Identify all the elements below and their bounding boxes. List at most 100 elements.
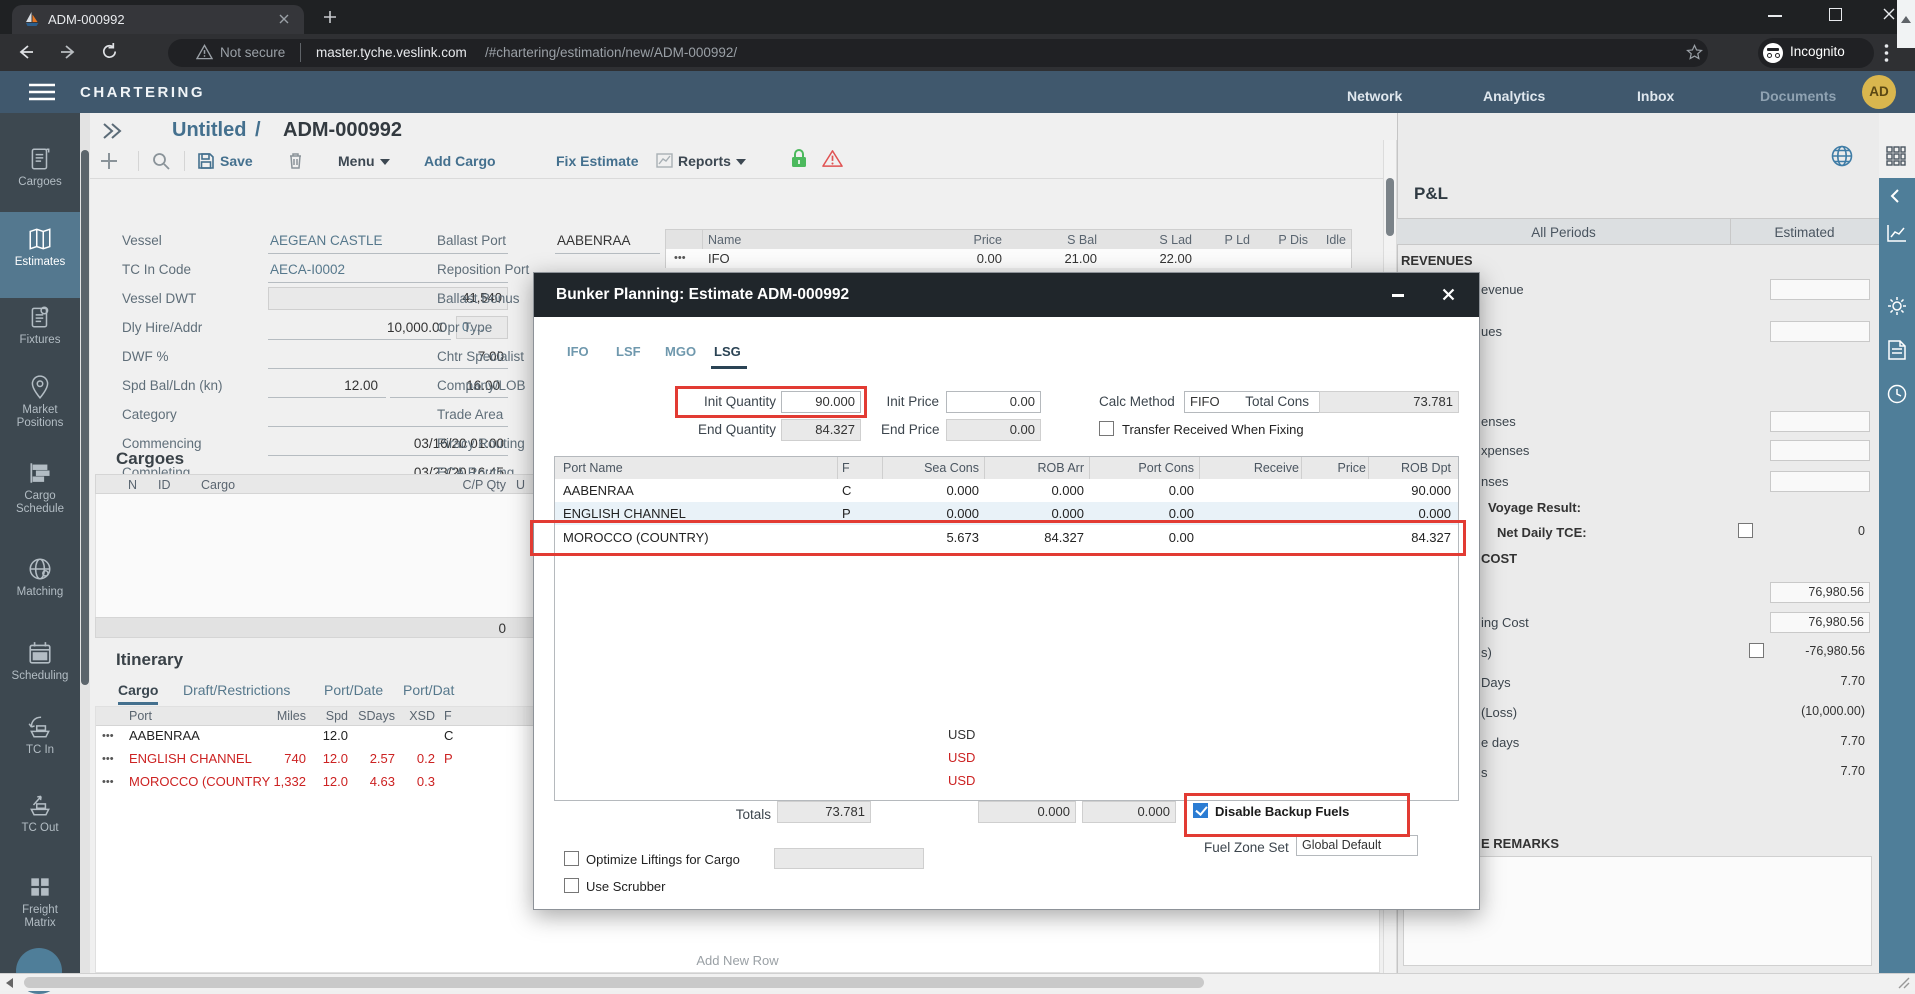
url-omnibox[interactable]: Not secure master.tyche.veslink.com /#ch… [168,39,1708,67]
panel-grid-icon[interactable] [1886,146,1906,166]
nav-item-documents[interactable]: Documents [1760,88,1836,104]
validation-warning-icon[interactable] [822,149,843,168]
reload-icon[interactable] [100,42,119,61]
optimize-liftings-input[interactable] [774,848,924,869]
modal-title-bar[interactable]: Bunker Planning: Estimate ADM-000992 [534,273,1479,317]
sidebar-item-estimates[interactable]: Estimates [0,212,80,298]
horizontal-scrollbar-thumb[interactable] [24,977,1204,988]
tab-port-dat[interactable]: Port/Dat [403,682,454,698]
tab-close-icon[interactable] [278,13,290,25]
lock-icon[interactable] [790,149,808,169]
row-menu-icon[interactable]: ••• [102,730,114,742]
window-minimize-icon[interactable] [1768,15,1782,17]
not-secure-warning-icon[interactable] [196,44,213,60]
url-separator [300,43,301,62]
nav-item-network[interactable]: Network [1347,88,1402,104]
sidebar-scrollbar[interactable] [80,113,90,973]
collapse-right-chevron-icon[interactable] [1889,188,1901,204]
url-domain[interactable]: master.tyche.veslink.com [316,45,467,60]
tab-port-date[interactable]: Port/Date [324,682,383,698]
bunker-planning-modal: Bunker Planning: Estimate ADM-000992 IFO… [533,272,1480,910]
sidebar-scrollbar-thumb[interactable] [81,150,89,685]
highlight-morocco-row [530,520,1466,556]
url-path[interactable]: /#chartering/estimation/new/ADM-000992/ [485,45,737,60]
row-menu-icon[interactable]: ••• [674,252,686,264]
document-icon[interactable] [1888,340,1906,360]
modal-tab-ifo[interactable]: IFO [567,344,589,359]
transfer-received-checkbox[interactable] [1099,421,1114,436]
save-button[interactable]: Save [220,153,253,169]
delete-icon[interactable] [288,152,303,169]
scroll-left-arrow-icon[interactable] [6,978,13,988]
forward-icon[interactable] [58,42,78,62]
tab-draft-restrictions[interactable]: Draft/Restrictions [183,682,290,698]
window-maximize-icon[interactable] [1829,8,1842,21]
nav-item-analytics[interactable]: Analytics [1483,88,1545,104]
totals-label: Totals [691,807,771,822]
reports-button[interactable]: Reports [678,153,746,169]
back-icon[interactable] [16,42,36,62]
nav-item-inbox[interactable]: Inbox [1637,88,1674,104]
workspace-scrollbar-thumb[interactable] [1386,178,1394,236]
add-icon[interactable] [100,152,118,170]
hamburger-menu-icon[interactable] [28,83,56,101]
fix-estimate-button[interactable]: Fix Estimate [556,153,638,169]
incognito-icon [1763,43,1783,63]
add-cargo-button[interactable]: Add Cargo [424,153,496,169]
pnl-value-cell [1770,321,1870,342]
browser-menu-icon[interactable] [1884,44,1889,62]
add-new-row-button[interactable]: Add New Row [96,953,1379,968]
bookmark-star-icon[interactable] [1686,44,1703,61]
tab-cargo[interactable]: Cargo [118,682,158,705]
sidebar-item-matching[interactable]: Matching [0,556,80,618]
window-close-icon[interactable] [1882,7,1896,21]
field-label: DWF % [122,349,169,364]
sidebar-item-tc-out[interactable]: TC Out [0,792,80,854]
fuel-table-row-ifo[interactable]: ••• IFO 0.00 21.00 22.00 [666,249,1351,268]
sidebar-item-tc-in[interactable]: TC In [0,714,80,776]
sidebar-item-scheduling[interactable]: Scheduling [0,640,80,702]
world-globe-icon[interactable] [1830,144,1854,168]
outer-scrollbar-top[interactable] [1897,0,1915,48]
modal-tab-lsg[interactable]: LSG [714,344,741,359]
not-secure-label[interactable]: Not secure [220,45,285,60]
modal-tab-lsf[interactable]: LSF [616,344,641,359]
breadcrumb-untitled[interactable]: Untitled [172,119,246,142]
sidebar-item-cargoes[interactable]: Cargoes [0,146,80,208]
horizontal-scrollbar[interactable] [0,973,1915,991]
sidebar-item-fixtures[interactable]: Fixtures [0,304,80,366]
modal-minimize-icon[interactable] [1392,294,1404,297]
menu-button[interactable]: Menu [338,153,390,169]
row-menu-icon[interactable]: ••• [102,753,114,765]
pnl-col-all-periods[interactable]: All Periods [1397,225,1730,240]
pnl-col-estimated: Estimated [1730,225,1879,240]
use-scrubber-checkbox[interactable] [564,878,579,893]
fuel-zone-set-select[interactable]: Global Default [1296,835,1418,856]
tce-checkbox[interactable] [1738,523,1753,538]
incognito-label: Incognito [1790,44,1845,59]
scroll-up-arrow-icon[interactable] [1901,16,1911,23]
save-icon[interactable] [198,153,214,169]
pnl-period-header[interactable]: All Periods Estimated [1397,218,1879,245]
history-clock-icon[interactable] [1887,384,1907,404]
search-icon[interactable] [152,152,170,170]
pnl-row-checkbox[interactable] [1749,643,1764,658]
row-menu-icon[interactable]: ••• [102,776,114,788]
browser-tab[interactable]: ADM-000992 [12,5,304,34]
init-price-input[interactable]: 0.00 [946,391,1041,413]
modal-tab-mgo[interactable]: MGO [665,344,696,359]
modal-close-icon[interactable] [1442,288,1455,301]
optimize-liftings-checkbox[interactable] [564,851,579,866]
sidebar-item-market-positions[interactable]: Market Positions [0,374,80,450]
speed-ballast-field[interactable]: 12.00 [268,374,386,398]
collapse-panel-icon[interactable] [100,120,126,142]
ballast-port-field[interactable]: AABENRAA [555,229,660,254]
new-tab-icon[interactable] [322,9,338,25]
daily-hire-field[interactable]: 10,000.00 [268,316,451,340]
sidebar-item-cargo-schedule[interactable]: Cargo Schedule [0,460,80,536]
bunker-table-row[interactable]: AABENRAA C 0.000 0.000 0.00 90.000 [555,479,1458,502]
user-avatar[interactable]: AD [1862,75,1896,109]
analytics-chart-icon[interactable] [1887,224,1907,242]
settings-gear-icon[interactable] [1887,296,1907,316]
sidebar-item-freight-matrix[interactable]: Freight Matrix [0,874,80,952]
